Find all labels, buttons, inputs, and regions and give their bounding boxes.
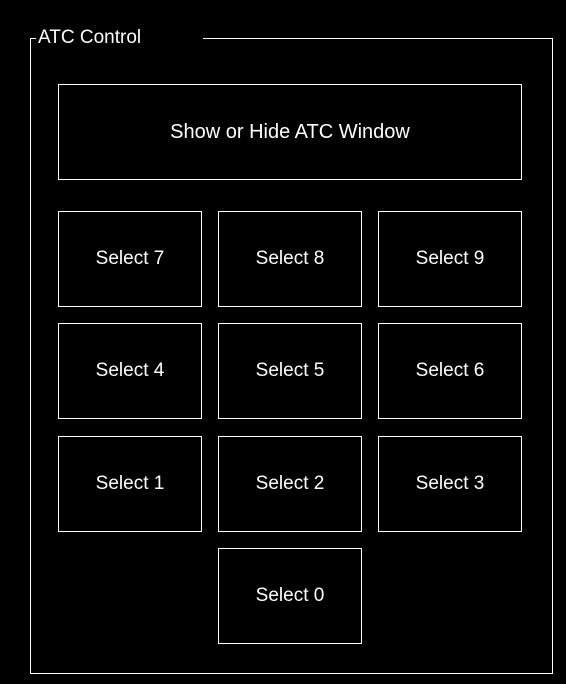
select-2-button[interactable]: Select 2 [218, 436, 362, 532]
select-9-button[interactable]: Select 9 [378, 211, 522, 307]
select-0-button[interactable]: Select 0 [218, 548, 362, 644]
select-7-button[interactable]: Select 7 [58, 211, 202, 307]
select-3-button[interactable]: Select 3 [378, 436, 522, 532]
select-6-button[interactable]: Select 6 [378, 323, 522, 419]
select-4-button[interactable]: Select 4 [58, 323, 202, 419]
select-1-button[interactable]: Select 1 [58, 436, 202, 532]
select-8-button[interactable]: Select 8 [218, 211, 362, 307]
group-border-top-right [203, 38, 552, 39]
group-title: ATC Control [36, 26, 144, 50]
select-5-button[interactable]: Select 5 [218, 323, 362, 419]
show-hide-atc-window-button[interactable]: Show or Hide ATC Window [58, 84, 522, 180]
